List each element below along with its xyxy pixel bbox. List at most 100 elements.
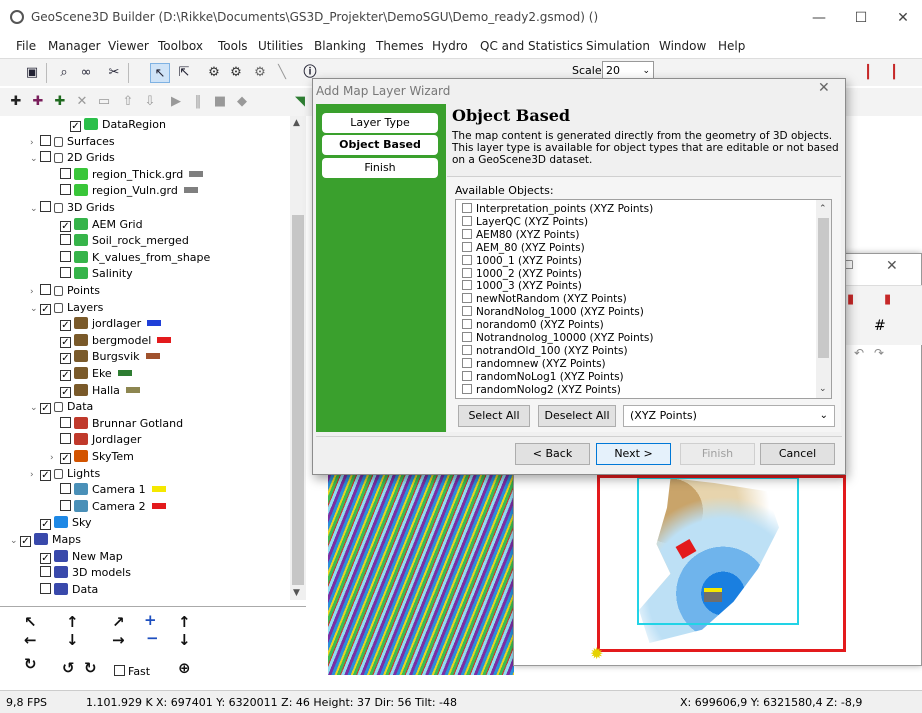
visibility-checkbox[interactable]: ✓ (20, 536, 31, 547)
scroll-down-icon[interactable]: ▼ (293, 588, 300, 598)
stop-icon[interactable]: ■ (210, 92, 230, 112)
visibility-checkbox[interactable]: ✓ (60, 386, 71, 398)
visibility-checkbox[interactable] (60, 250, 71, 262)
object-list-item[interactable]: NorandNolog_1000 (XYZ Points) (462, 306, 644, 319)
finish-button[interactable]: Finish (680, 443, 755, 465)
object-checkbox[interactable] (462, 383, 472, 394)
visibility-checkbox[interactable]: ✓ (40, 469, 51, 481)
object-list-item[interactable]: randomNolog2 (XYZ Points) (462, 383, 621, 397)
pan-left-icon[interactable]: ← (24, 631, 37, 649)
visibility-checkbox[interactable]: ✓ (60, 453, 71, 464)
tree-item[interactable]: ✓ DataRegion (60, 117, 166, 133)
thermometer2-icon[interactable]: ┃ (884, 63, 904, 83)
map-layer-icon[interactable]: ◥ (290, 92, 310, 112)
dialog-close-icon[interactable]: ✕ (818, 80, 830, 96)
object-checkbox[interactable] (462, 370, 472, 381)
menu-hydro[interactable]: Hydro (432, 39, 468, 53)
next-button[interactable]: Next > (596, 443, 671, 465)
tree-item[interactable]: ✓ Sky (30, 515, 91, 531)
add-point-black-icon[interactable]: ✚ (6, 92, 26, 112)
line-icon[interactable]: ╲ (272, 63, 292, 83)
visibility-checkbox[interactable]: ✓ (40, 552, 51, 564)
visibility-checkbox[interactable] (60, 416, 71, 428)
tree-item[interactable]: Camera 1 (50, 482, 166, 498)
visibility-checkbox[interactable]: ✓ (60, 320, 71, 332)
visibility-checkbox[interactable]: ✓ (70, 121, 81, 132)
object-checkbox[interactable] (462, 293, 472, 304)
tree-item[interactable]: ⌄ 2D Grids (30, 150, 115, 166)
object-checkbox[interactable] (462, 241, 472, 252)
tree-item[interactable]: ✓ Eke (50, 366, 132, 382)
select-pointer-icon[interactable]: ↖ (150, 63, 170, 83)
pan-right-icon[interactable]: → (112, 631, 125, 649)
object-checkbox[interactable] (462, 306, 472, 317)
visibility-checkbox[interactable] (40, 151, 51, 163)
maximize-button[interactable]: ☐ (838, 6, 884, 30)
tree-item[interactable]: region_Vuln.grd (50, 183, 198, 199)
list-scroll-up-icon[interactable]: ⌃ (819, 204, 827, 214)
tree-item[interactable]: ✓ jordlager (50, 316, 162, 332)
menu-themes[interactable]: Themes (376, 39, 424, 53)
select-all-button[interactable]: Select All (458, 405, 530, 427)
back-button[interactable]: < Back (515, 443, 590, 465)
pause-icon[interactable]: ‖ (188, 92, 208, 112)
object-checkbox[interactable] (462, 280, 472, 291)
visibility-checkbox[interactable]: ✓ (60, 353, 71, 365)
tree-item[interactable]: Salinity (50, 266, 133, 282)
tree-scroll-thumb[interactable] (292, 215, 304, 585)
visibility-checkbox[interactable] (40, 284, 51, 295)
color-swatch[interactable] (125, 386, 140, 393)
menu-tools[interactable]: Tools (218, 39, 248, 53)
tree-item[interactable]: 3D models (30, 565, 131, 581)
object-checkbox[interactable] (462, 215, 472, 226)
color-swatch[interactable] (151, 502, 166, 509)
object-checkbox[interactable] (462, 344, 472, 355)
object-list-item[interactable]: 1000_2 (XYZ Points) (462, 267, 582, 281)
expand-chevron-icon[interactable]: ⌄ (10, 533, 20, 549)
expand-chevron-icon[interactable]: › (30, 284, 40, 300)
visibility-checkbox[interactable]: ✓ (40, 519, 51, 531)
tree-item[interactable]: ✓ Burgsvik (50, 349, 160, 365)
redo-icon[interactable]: ↷ (874, 346, 884, 360)
step-object-based[interactable]: Object Based (322, 135, 438, 155)
rise-icon[interactable]: ↑ (178, 613, 191, 631)
visibility-checkbox[interactable]: ✓ (60, 220, 71, 232)
visibility-checkbox[interactable] (40, 134, 51, 146)
tree-item[interactable]: › Points (30, 283, 100, 299)
visibility-checkbox[interactable] (60, 167, 71, 179)
color-swatch[interactable] (147, 320, 162, 327)
menu-blanking[interactable]: Blanking (314, 39, 366, 53)
tree-item[interactable]: Data (30, 582, 98, 598)
object-list-item[interactable]: notrandOld_100 (XYZ Points) (462, 344, 628, 358)
pan-up-icon[interactable]: ↑ (66, 613, 79, 631)
object-checkbox[interactable] (462, 203, 472, 213)
map-close-icon[interactable]: ✕ (886, 258, 898, 274)
minimize-button[interactable]: — (796, 6, 842, 30)
sink-icon[interactable]: ↓ (178, 631, 191, 649)
menu-qc-statistics[interactable]: QC and Statistics (480, 39, 583, 53)
step-layer-type[interactable]: Layer Type (322, 113, 438, 133)
tree-item[interactable]: ✓ Halla (50, 383, 140, 399)
visibility-checkbox[interactable] (60, 267, 71, 279)
map-thermo2-icon[interactable]: ▮ (884, 292, 891, 307)
pan-down-icon[interactable]: ↓ (66, 631, 79, 649)
gear-icon[interactable]: ⚙ (204, 63, 224, 83)
tree-item[interactable]: ⌄ 3D Grids (30, 200, 115, 216)
object-checkbox[interactable] (462, 319, 472, 330)
expand-chevron-icon[interactable]: ⌄ (30, 201, 40, 217)
add-point-purple-icon[interactable]: ✚ (28, 92, 48, 112)
tree-item[interactable]: K_values_from_shape (50, 250, 210, 266)
gear-off-icon[interactable]: ⚙ (250, 63, 270, 83)
tools-icon[interactable]: ✂ (104, 63, 124, 83)
tree-item[interactable]: ✓ AEM Grid (50, 217, 143, 233)
object-list-item[interactable]: 1000_1 (XYZ Points) (462, 254, 582, 268)
expand-chevron-icon[interactable]: ⌄ (30, 400, 40, 416)
object-list-item[interactable]: AEM_80 (XYZ Points) (462, 241, 585, 255)
down-icon[interactable]: ⇩ (140, 92, 160, 112)
expand-chevron-icon[interactable]: ⌄ (30, 301, 40, 317)
menu-viewer[interactable]: Viewer (108, 39, 149, 53)
expand-chevron-icon[interactable]: › (30, 135, 40, 151)
tree-item[interactable]: ✓ New Map (30, 549, 123, 565)
find-icon[interactable]: ⌕ (54, 63, 74, 83)
zoom-extent-icon[interactable]: ⊕ (178, 659, 191, 677)
